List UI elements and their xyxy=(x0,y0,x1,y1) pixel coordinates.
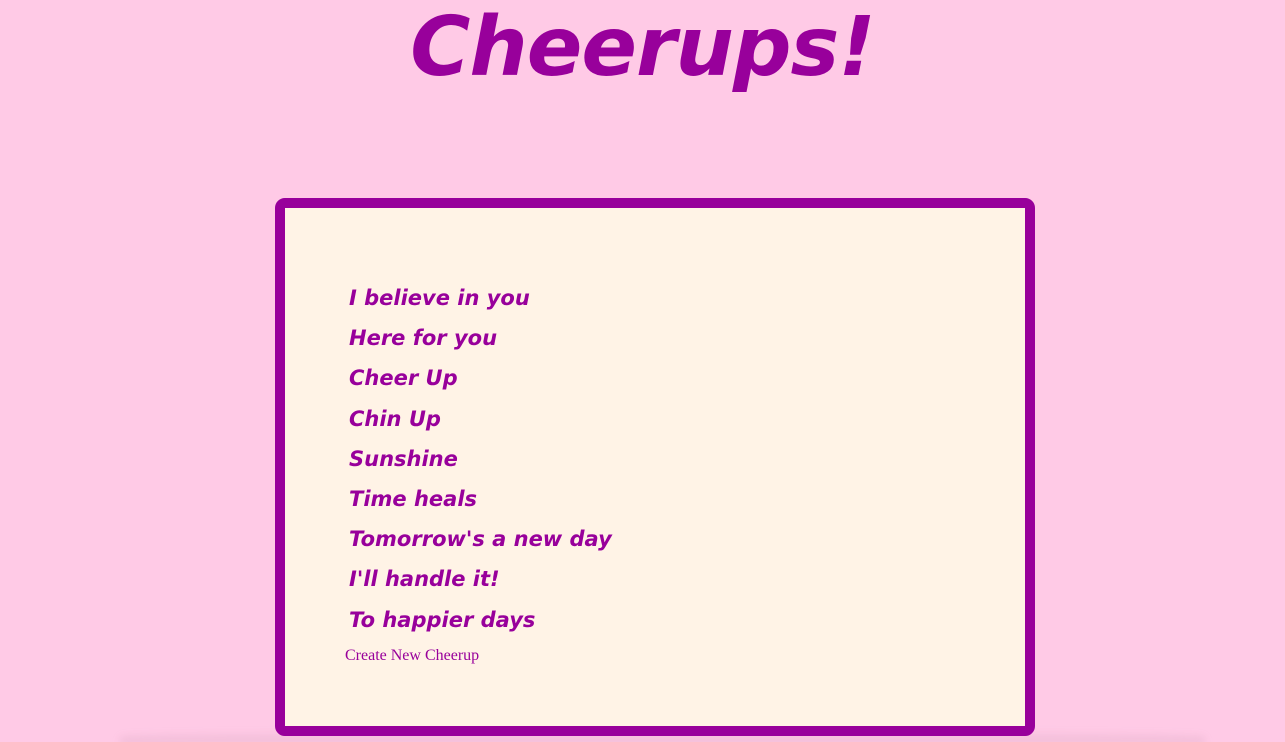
cheerups-card: I believe in you Here for you Cheer Up C… xyxy=(275,198,1035,736)
create-new-cheerup-link[interactable]: Create New Cheerup xyxy=(345,646,479,666)
cheerup-list: I believe in you Here for you Cheer Up C… xyxy=(349,278,612,640)
cheerup-item[interactable]: To happier days xyxy=(349,600,612,640)
cheerup-item[interactable]: Tomorrow's a new day xyxy=(349,519,612,559)
cheerup-item[interactable]: Time heals xyxy=(349,479,612,519)
cheerup-item[interactable]: Cheer Up xyxy=(349,358,612,398)
cheerup-item[interactable]: Chin Up xyxy=(349,399,612,439)
cheerup-item[interactable]: Sunshine xyxy=(349,439,612,479)
page-title: Cheerups! xyxy=(410,0,876,95)
cheerup-item[interactable]: I believe in you xyxy=(349,278,612,318)
cheerup-item[interactable]: I'll handle it! xyxy=(349,559,612,599)
cheerup-item[interactable]: Here for you xyxy=(349,318,612,358)
